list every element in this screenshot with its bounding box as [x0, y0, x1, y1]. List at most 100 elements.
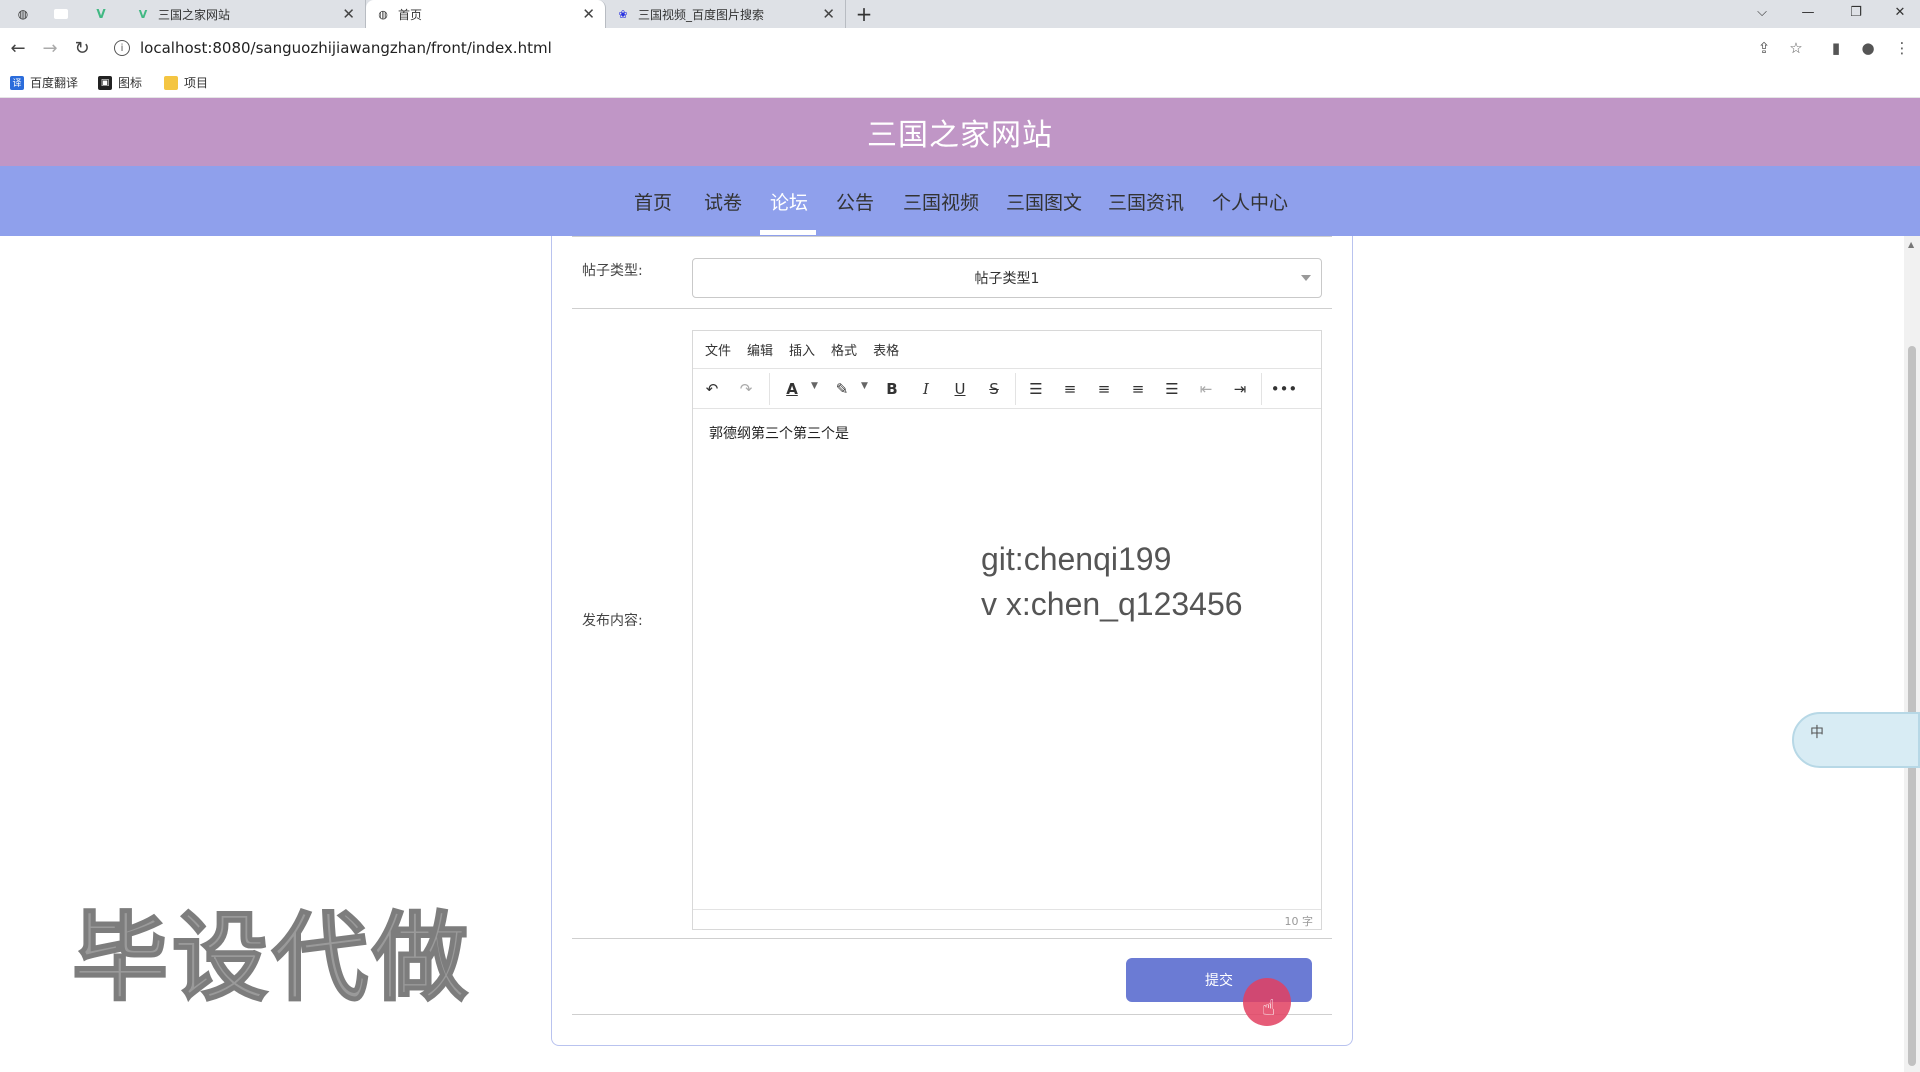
nav-forum[interactable]: 论坛: [770, 166, 808, 236]
bookmark-baidu-translate[interactable]: 译 百度翻译: [10, 74, 78, 91]
nav-exam[interactable]: 试卷: [704, 166, 742, 236]
vue-icon: V: [96, 7, 106, 21]
bookmark-projects[interactable]: 项目: [164, 74, 208, 91]
site-header: 三国之家网站: [0, 98, 1920, 166]
highlight-color-icon[interactable]: ✎: [829, 376, 855, 402]
undo-icon[interactable]: ↶: [699, 376, 725, 402]
side-panel-icon[interactable]: ▮: [1824, 36, 1848, 60]
caret-down-icon: [1301, 275, 1311, 281]
image-icon: ▣: [98, 75, 112, 90]
close-icon[interactable]: ✕: [342, 5, 355, 23]
translate-icon: 译: [10, 75, 24, 90]
close-icon[interactable]: ✕: [822, 5, 835, 23]
text-color-icon[interactable]: A: [779, 376, 805, 402]
globe-icon: ◍: [378, 7, 388, 21]
line-height-icon[interactable]: ☰: [1023, 376, 1049, 402]
post-type-select[interactable]: 帖子类型1: [692, 258, 1322, 298]
overlay-contact-text: git:chenqi199 v x:chen_q123456: [981, 537, 1243, 627]
italic-icon[interactable]: I: [913, 376, 939, 402]
tab-title: 三国之家网站: [158, 7, 231, 22]
bold-icon[interactable]: B: [879, 376, 905, 402]
info-icon[interactable]: i: [114, 40, 130, 56]
nav-news[interactable]: 三国资讯: [1108, 166, 1184, 236]
restore-button[interactable]: ❐: [1836, 0, 1876, 24]
more-icon[interactable]: •••: [1271, 376, 1298, 402]
site-title: 三国之家网站: [867, 118, 1053, 153]
ime-widget[interactable]: 中: [1792, 712, 1920, 768]
nav-image-text[interactable]: 三国图文: [1006, 166, 1082, 236]
strikethrough-icon[interactable]: S: [981, 376, 1007, 402]
new-tab-button[interactable]: +: [852, 0, 876, 28]
divider: [572, 308, 1332, 309]
tab-home[interactable]: ◍ 首页 ✕: [366, 0, 606, 28]
overlay-line: git:chenqi199: [981, 541, 1172, 577]
back-button[interactable]: ←: [4, 34, 32, 62]
menu-file[interactable]: 文件: [705, 340, 731, 359]
divider: [572, 1014, 1332, 1015]
tab-baidu-images[interactable]: ❀ 三国视频_百度图片搜索 ✕: [606, 0, 846, 28]
bookmark-icons[interactable]: ▣ 图标: [98, 74, 142, 91]
nav-home[interactable]: 首页: [634, 166, 672, 236]
ime-mode-label: 中: [1810, 725, 1824, 741]
window-close-button[interactable]: ✕: [1880, 0, 1920, 24]
tab-search-button[interactable]: ⌵: [1742, 0, 1782, 24]
baidu-paw-icon: ❀: [618, 7, 628, 21]
pinned-tab[interactable]: [44, 0, 78, 28]
align-right-icon[interactable]: ≡: [1125, 376, 1151, 402]
menu-table[interactable]: 表格: [873, 340, 899, 359]
tab-title: 三国视频_百度图片搜索: [638, 7, 765, 22]
scroll-up-icon[interactable]: ▲: [1908, 240, 1914, 249]
word-count: 10 字: [1284, 915, 1314, 928]
browser-tab-bar: ◍ V V 三国之家网站 ✕ ◍ 首页 ✕ ❀ 三国视频_百度图片搜索 ✕ + …: [0, 0, 1920, 28]
address-bar-row: ← → ↻ i localhost:8080/sanguozhijiawangz…: [0, 28, 1920, 68]
vue-icon: V: [138, 7, 148, 21]
post-form: 帖子类型: 帖子类型1 发布内容: 文件 编辑 插入 格式 表格 ↶ ↷ A ▼…: [551, 236, 1353, 1046]
editor-menubar: 文件 编辑 插入 格式 表格: [693, 331, 1321, 369]
align-left-icon[interactable]: ≡: [1057, 376, 1083, 402]
redo-icon[interactable]: ↷: [733, 376, 759, 402]
bookmark-label: 图标: [118, 76, 143, 90]
more-menu-icon[interactable]: ⋮: [1890, 36, 1914, 60]
editor-statusbar: 10 字: [693, 909, 1321, 929]
menu-edit[interactable]: 编辑: [747, 340, 773, 359]
folder-icon: [164, 75, 178, 90]
indent-icon[interactable]: ⇥: [1227, 376, 1253, 402]
divider: [572, 938, 1332, 939]
nav-notice[interactable]: 公告: [836, 166, 874, 236]
editor-toolbar: ↶ ↷ A ▼ ✎ ▼ B I U S ☰ ≡ ≡ ≡ ☰ ⇤ ⇥ •••: [693, 369, 1321, 409]
minimize-button[interactable]: —: [1788, 0, 1828, 24]
profile-icon[interactable]: ●: [1856, 36, 1880, 60]
outdent-icon[interactable]: ⇤: [1193, 376, 1219, 402]
nav-video[interactable]: 三国视频: [903, 166, 979, 236]
chevron-down-icon[interactable]: ▼: [811, 381, 818, 391]
editor-paragraph: 郭德纲第三个第三个是: [709, 426, 849, 442]
pinned-tab[interactable]: ◍: [6, 0, 40, 28]
watermark-text: 毕设代做: [71, 901, 472, 1015]
menu-insert[interactable]: 插入: [789, 340, 815, 359]
toolbar-separator: [1015, 373, 1016, 405]
align-justify-icon[interactable]: ☰: [1159, 376, 1185, 402]
close-icon[interactable]: ✕: [582, 5, 595, 23]
tab-sanguo-site[interactable]: V 三国之家网站 ✕: [126, 0, 366, 28]
tab-title: 首页: [398, 7, 423, 22]
bookmarks-bar: 译 百度翻译 ▣ 图标 项目: [0, 68, 1920, 98]
toolbar-separator: [1261, 373, 1262, 405]
reload-button[interactable]: ↻: [68, 34, 96, 62]
post-type-label: 帖子类型:: [582, 263, 643, 279]
editor-content-area[interactable]: 郭德纲第三个第三个是: [693, 409, 1321, 905]
menu-format[interactable]: 格式: [831, 340, 857, 359]
forward-button[interactable]: →: [36, 34, 64, 62]
scrollbar-thumb[interactable]: [1908, 346, 1916, 1066]
active-nav-indicator: [760, 230, 816, 235]
nav-personal-center[interactable]: 个人中心: [1212, 166, 1288, 236]
underline-icon[interactable]: U: [947, 376, 973, 402]
bookmark-star-icon[interactable]: ☆: [1784, 36, 1808, 60]
content-label: 发布内容:: [582, 613, 643, 629]
pinned-tab[interactable]: V: [84, 0, 118, 28]
address-input[interactable]: i localhost:8080/sanguozhijiawangzhan/fr…: [106, 32, 1786, 64]
chevron-down-icon[interactable]: ▼: [861, 381, 868, 391]
post-type-value: 帖子类型1: [974, 271, 1040, 287]
align-center-icon[interactable]: ≡: [1091, 376, 1117, 402]
share-icon[interactable]: ⇪: [1752, 36, 1776, 60]
page-scrollbar[interactable]: ▲: [1904, 236, 1920, 1072]
